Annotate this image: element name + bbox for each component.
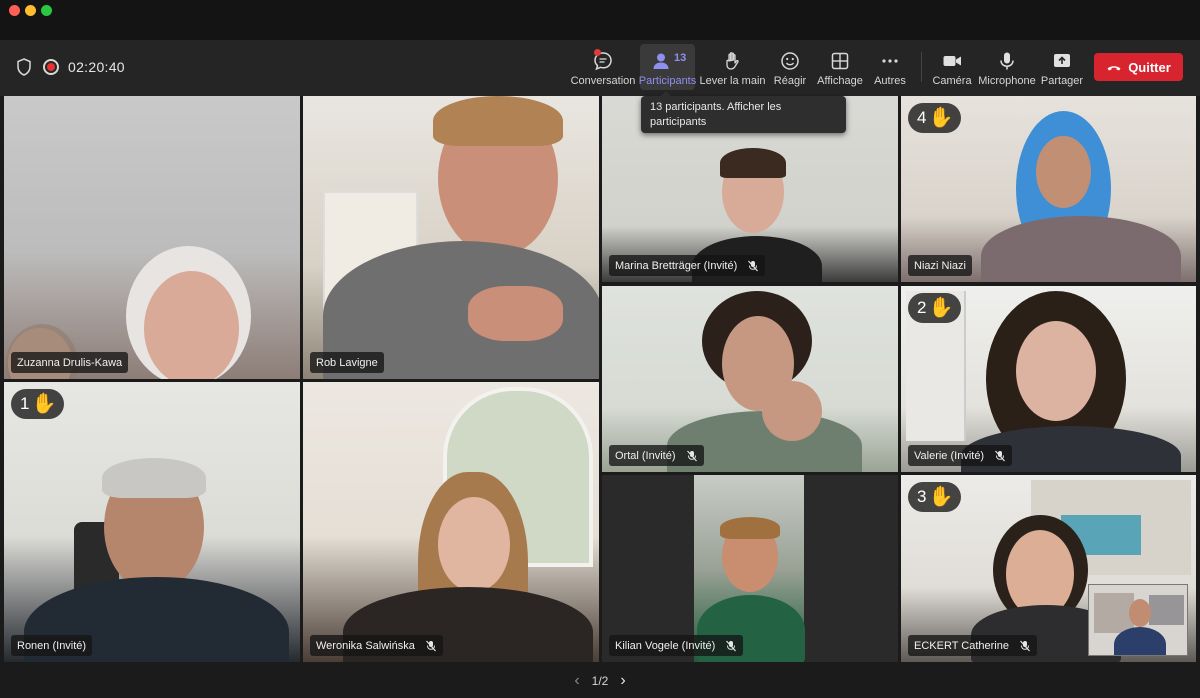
- toolbar-divider: [921, 52, 922, 82]
- mic-muted-icon: [1020, 640, 1030, 651]
- conversation-label: Conversation: [570, 75, 636, 87]
- hand-order: 4: [917, 108, 927, 127]
- participant-nametag: ECKERT Catherine: [908, 635, 1037, 656]
- quit-label: Quitter: [1128, 59, 1171, 75]
- more-icon: [882, 59, 898, 63]
- participant-name: Ortal (Invité): [615, 449, 676, 462]
- close-window-button[interactable]: [9, 5, 20, 16]
- self-view-thumbnail[interactable]: [1088, 584, 1188, 656]
- camera-icon: [943, 56, 961, 66]
- participant-nametag: Rob Lavigne: [310, 352, 384, 373]
- hand-order: 2: [917, 298, 927, 317]
- participants-count: 13: [674, 52, 687, 64]
- hand-icon: ✋: [928, 107, 954, 129]
- participant-name: Niazi Niazi: [914, 259, 966, 272]
- mic-icon: [1000, 52, 1014, 70]
- phone-icon: [1107, 66, 1121, 71]
- person-icon: [653, 53, 668, 69]
- mic-muted-icon: [726, 640, 737, 651]
- hand-order: 3: [917, 487, 927, 506]
- video-tile-rob[interactable]: Rob Lavigne: [303, 96, 599, 379]
- share-button[interactable]: Partager: [1040, 44, 1084, 90]
- participant-name: ECKERT Catherine: [914, 639, 1009, 652]
- mic-muted-icon: [425, 640, 436, 651]
- video-tile-ortal[interactable]: Ortal (Invité): [602, 286, 898, 472]
- share-icon: [1054, 54, 1070, 67]
- react-button[interactable]: Réagir: [771, 44, 809, 90]
- camera-label: Caméra: [932, 75, 972, 87]
- quit-button[interactable]: Quitter: [1094, 53, 1183, 81]
- view-label: Affichage: [817, 75, 863, 87]
- hand-icon: ✋: [928, 486, 954, 508]
- react-label: Réagir: [773, 75, 807, 87]
- shield-icon[interactable]: [16, 58, 32, 76]
- video-tile-zuzanna[interactable]: Zuzanna Drulis-Kawa: [4, 96, 300, 379]
- view-button[interactable]: Affichage: [816, 44, 864, 90]
- raised-hand-badge: 1 ✋: [11, 389, 65, 419]
- video-tile-kilian[interactable]: Kilian Vogele (Invité): [602, 475, 898, 662]
- previous-page-icon[interactable]: ‹: [574, 672, 579, 690]
- meeting-timer: 02:20:40: [68, 59, 125, 75]
- grid-icon: [831, 52, 849, 70]
- raise-hand-label: Lever la main: [699, 75, 766, 87]
- participant-nametag: Weronika Salwińska: [310, 635, 443, 656]
- window-titlebar: [0, 0, 1200, 40]
- hand-icon: ✋: [928, 297, 954, 319]
- meeting-toolbar: 02:20:40 Conversation 13 Participants Le…: [0, 40, 1200, 96]
- participants-button[interactable]: 13 Participants: [638, 44, 697, 90]
- more-button[interactable]: Autres: [871, 44, 909, 90]
- minimize-window-button[interactable]: [25, 5, 36, 16]
- participant-name: Weronika Salwińska: [316, 639, 415, 652]
- microphone-button[interactable]: Microphone: [978, 44, 1036, 90]
- more-label: Autres: [874, 75, 906, 87]
- video-tile-ronen[interactable]: 1 ✋ Ronen (Invité): [4, 382, 300, 662]
- unread-badge: [594, 49, 601, 56]
- participant-name: Kilian Vogele (Invité): [615, 639, 716, 652]
- share-label: Partager: [1040, 75, 1084, 87]
- gallery-pager: ‹ 1/2 ›: [0, 664, 1200, 698]
- smile-icon: [781, 52, 799, 70]
- participant-nametag: Ronen (Invité): [11, 635, 93, 656]
- raised-hand-badge: 2 ✋: [908, 293, 962, 323]
- video-tile-valerie[interactable]: 2 ✋ Valerie (Invité): [901, 286, 1196, 472]
- participant-nametag: Kilian Vogele (Invité): [609, 635, 744, 656]
- participant-name: Marina Bretträger (Invité): [615, 259, 738, 272]
- microphone-label: Microphone: [978, 75, 1036, 87]
- zoom-window-button[interactable]: [41, 5, 52, 16]
- next-page-icon[interactable]: ›: [620, 672, 625, 690]
- participants-label: Participants: [638, 75, 697, 87]
- raised-hand-badge: 3 ✋: [908, 482, 962, 512]
- mic-muted-icon: [995, 450, 1006, 461]
- conversation-button[interactable]: Conversation: [570, 44, 636, 90]
- mic-muted-icon: [686, 450, 697, 461]
- page-indicator: 1/2: [591, 674, 609, 688]
- hand-order: 1: [20, 394, 30, 413]
- hand-icon: [725, 52, 739, 70]
- participant-name: Rob Lavigne: [316, 356, 378, 369]
- participant-nametag: Valerie (Invité): [908, 445, 1013, 466]
- video-tile-catherine[interactable]: 3 ✋ ECKERT Catherine: [901, 475, 1196, 662]
- raise-hand-button[interactable]: Lever la main: [699, 44, 766, 90]
- video-tile-weronika[interactable]: Weronika Salwińska: [303, 382, 599, 662]
- participant-nametag: Niazi Niazi: [908, 255, 972, 276]
- participant-name: Ronen (Invité): [17, 639, 87, 652]
- participants-tooltip: 13 participants. Afficher les participan…: [641, 91, 846, 133]
- video-tile-niazi[interactable]: 4 ✋ Niazi Niazi: [901, 96, 1196, 282]
- participant-nametag: Marina Bretträger (Invité): [609, 255, 766, 276]
- participant-nametag: Ortal (Invité): [609, 445, 704, 466]
- record-icon: [43, 59, 59, 75]
- mic-muted-icon: [748, 260, 759, 271]
- participant-nametag: Zuzanna Drulis-Kawa: [11, 352, 129, 373]
- raised-hand-badge: 4 ✋: [908, 103, 962, 133]
- hand-icon: ✋: [31, 393, 57, 415]
- camera-button[interactable]: Caméra: [932, 44, 972, 90]
- participant-name: Zuzanna Drulis-Kawa: [17, 356, 123, 369]
- participant-name: Valerie (Invité): [914, 449, 985, 462]
